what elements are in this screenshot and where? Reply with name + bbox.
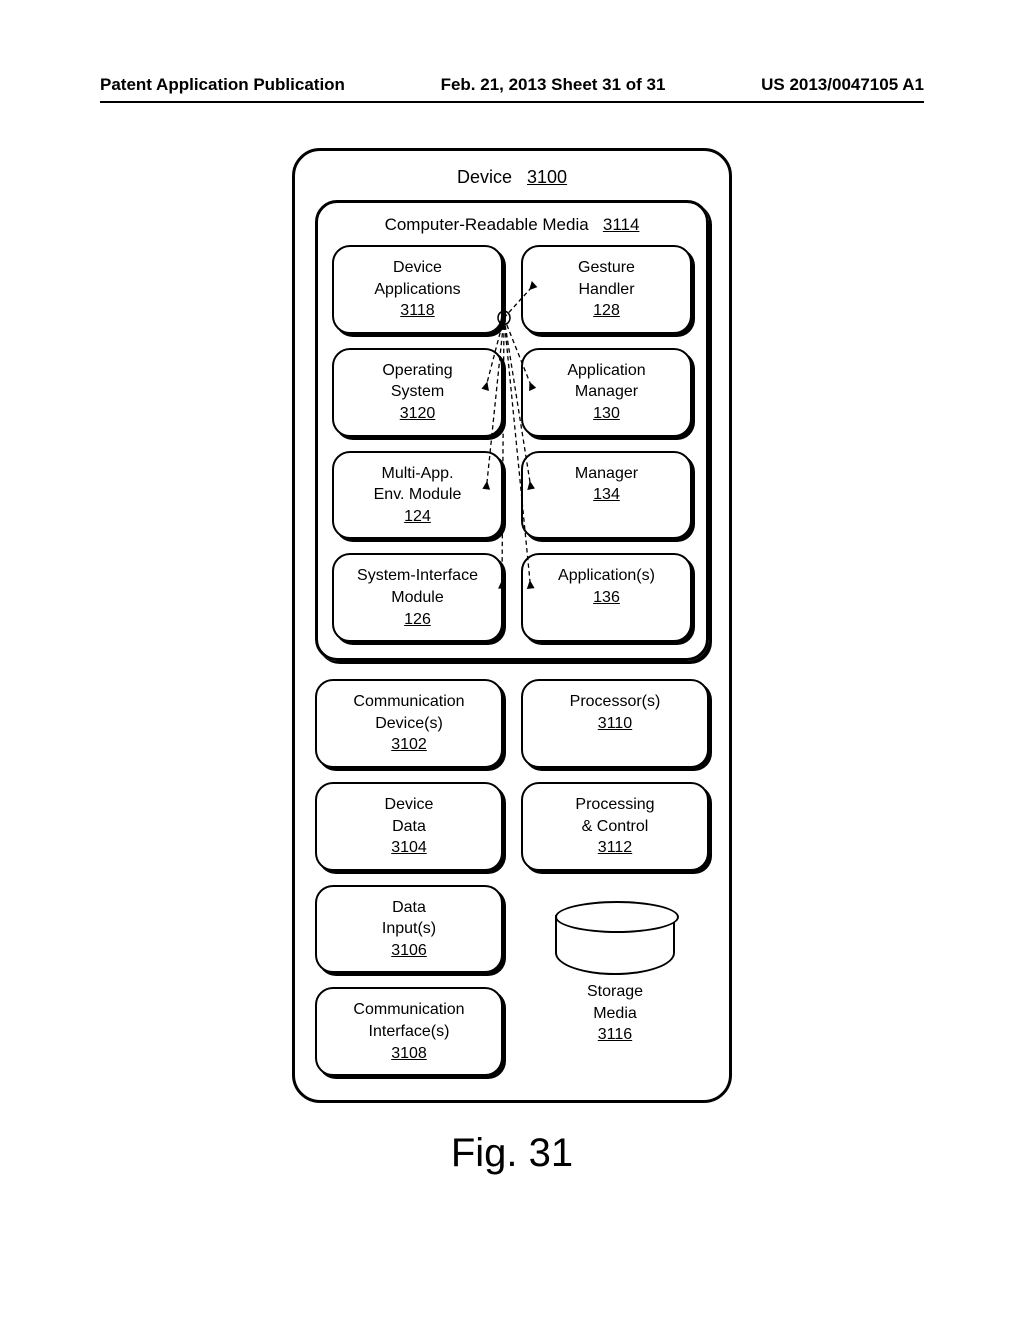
module-device-applications: Device Applications 3118 <box>332 245 503 334</box>
figure-area: Device 3100 Computer-Readable Media 3114… <box>0 140 1024 1320</box>
module-line2: Input(s) <box>382 920 436 937</box>
device-num: 3100 <box>527 167 567 187</box>
module-system-interface: System-Interface Module 126 <box>332 553 503 642</box>
module-processing-control: Processing & Control 3112 <box>521 782 709 871</box>
module-num: 3104 <box>323 837 495 859</box>
module-num: 3120 <box>340 403 495 425</box>
module-operating-system: Operating System 3120 <box>332 348 503 437</box>
header-right: US 2013/0047105 A1 <box>761 75 924 95</box>
module-line1: Application <box>567 362 645 379</box>
module-device-data: Device Data 3104 <box>315 782 503 871</box>
module-line1: Operating <box>382 362 452 379</box>
crm-box: Computer-Readable Media 3114 Device Appl… <box>315 200 709 661</box>
module-line1: Processing <box>575 796 654 813</box>
module-processors: Processor(s) 3110 <box>521 679 709 768</box>
module-num: 3112 <box>529 837 701 859</box>
module-line1: Manager <box>575 465 638 482</box>
module-line2: & Control <box>582 818 649 835</box>
module-num: 130 <box>529 403 684 425</box>
page-header: Patent Application Publication Feb. 21, … <box>0 75 1024 111</box>
left-stack: Data Input(s) 3106 Communication Interfa… <box>315 885 503 1077</box>
module-num: 3106 <box>323 940 495 962</box>
storage-line2: Media <box>593 1005 637 1022</box>
module-manager: Manager 134 <box>521 451 692 540</box>
module-gesture-handler: Gesture Handler 128 <box>521 245 692 334</box>
storage-num: 3116 <box>587 1024 643 1046</box>
storage-media: Storage Media 3116 <box>521 885 709 1077</box>
module-num: 136 <box>529 587 684 609</box>
module-num: 134 <box>529 484 684 506</box>
module-communication-interfaces: Communication Interface(s) 3108 <box>315 987 503 1076</box>
module-line1: Communication <box>353 1001 464 1018</box>
module-line1: Multi-App. <box>381 465 453 482</box>
module-line2: Device(s) <box>375 715 443 732</box>
module-line2: System <box>391 383 444 400</box>
crm-grid: Device Applications 3118 Gesture Handler… <box>332 245 692 642</box>
module-num: 3110 <box>529 713 701 735</box>
module-applications: Application(s) 136 <box>521 553 692 642</box>
device-box: Device 3100 Computer-Readable Media 3114… <box>292 148 732 1103</box>
storage-line1: Storage <box>587 983 643 1000</box>
module-num: 128 <box>529 300 684 322</box>
module-communication-devices: Communication Device(s) 3102 <box>315 679 503 768</box>
module-num: 3118 <box>340 300 495 322</box>
figure-caption: Fig. 31 <box>451 1131 573 1176</box>
module-line2: Manager <box>575 383 638 400</box>
module-line2: Data <box>392 818 426 835</box>
module-line1: Application(s) <box>558 567 655 584</box>
header-left: Patent Application Publication <box>100 75 345 95</box>
cylinder-icon <box>555 915 675 975</box>
storage-label: Storage Media 3116 <box>587 981 643 1046</box>
crm-num: 3114 <box>603 215 640 234</box>
module-line2: Interface(s) <box>369 1023 450 1040</box>
device-title: Device 3100 <box>315 167 709 188</box>
module-num: 3108 <box>323 1043 495 1065</box>
module-line2: Applications <box>374 281 460 298</box>
module-line1: Processor(s) <box>570 693 661 710</box>
module-line1: Communication <box>353 693 464 710</box>
module-line2: Module <box>391 589 443 606</box>
module-application-manager: Application Manager 130 <box>521 348 692 437</box>
module-num: 126 <box>340 609 495 631</box>
crm-title: Computer-Readable Media 3114 <box>332 215 692 235</box>
outer-grid: Communication Device(s) 3102 Processor(s… <box>315 679 709 1076</box>
module-num: 3102 <box>323 734 495 756</box>
module-line2: Env. Module <box>374 486 462 503</box>
module-multi-app-env: Multi-App. Env. Module 124 <box>332 451 503 540</box>
module-line2: Handler <box>578 281 634 298</box>
module-num: 124 <box>340 506 495 528</box>
header-center: Feb. 21, 2013 Sheet 31 of 31 <box>441 75 666 95</box>
module-line1: Device <box>385 796 434 813</box>
module-line1: Device <box>393 259 442 276</box>
module-line1: Data <box>392 899 426 916</box>
module-data-inputs: Data Input(s) 3106 <box>315 885 503 974</box>
crm-label: Computer-Readable Media <box>385 215 589 234</box>
module-line1: Gesture <box>578 259 635 276</box>
device-label: Device <box>457 167 512 187</box>
module-line1: System-Interface <box>357 567 478 584</box>
